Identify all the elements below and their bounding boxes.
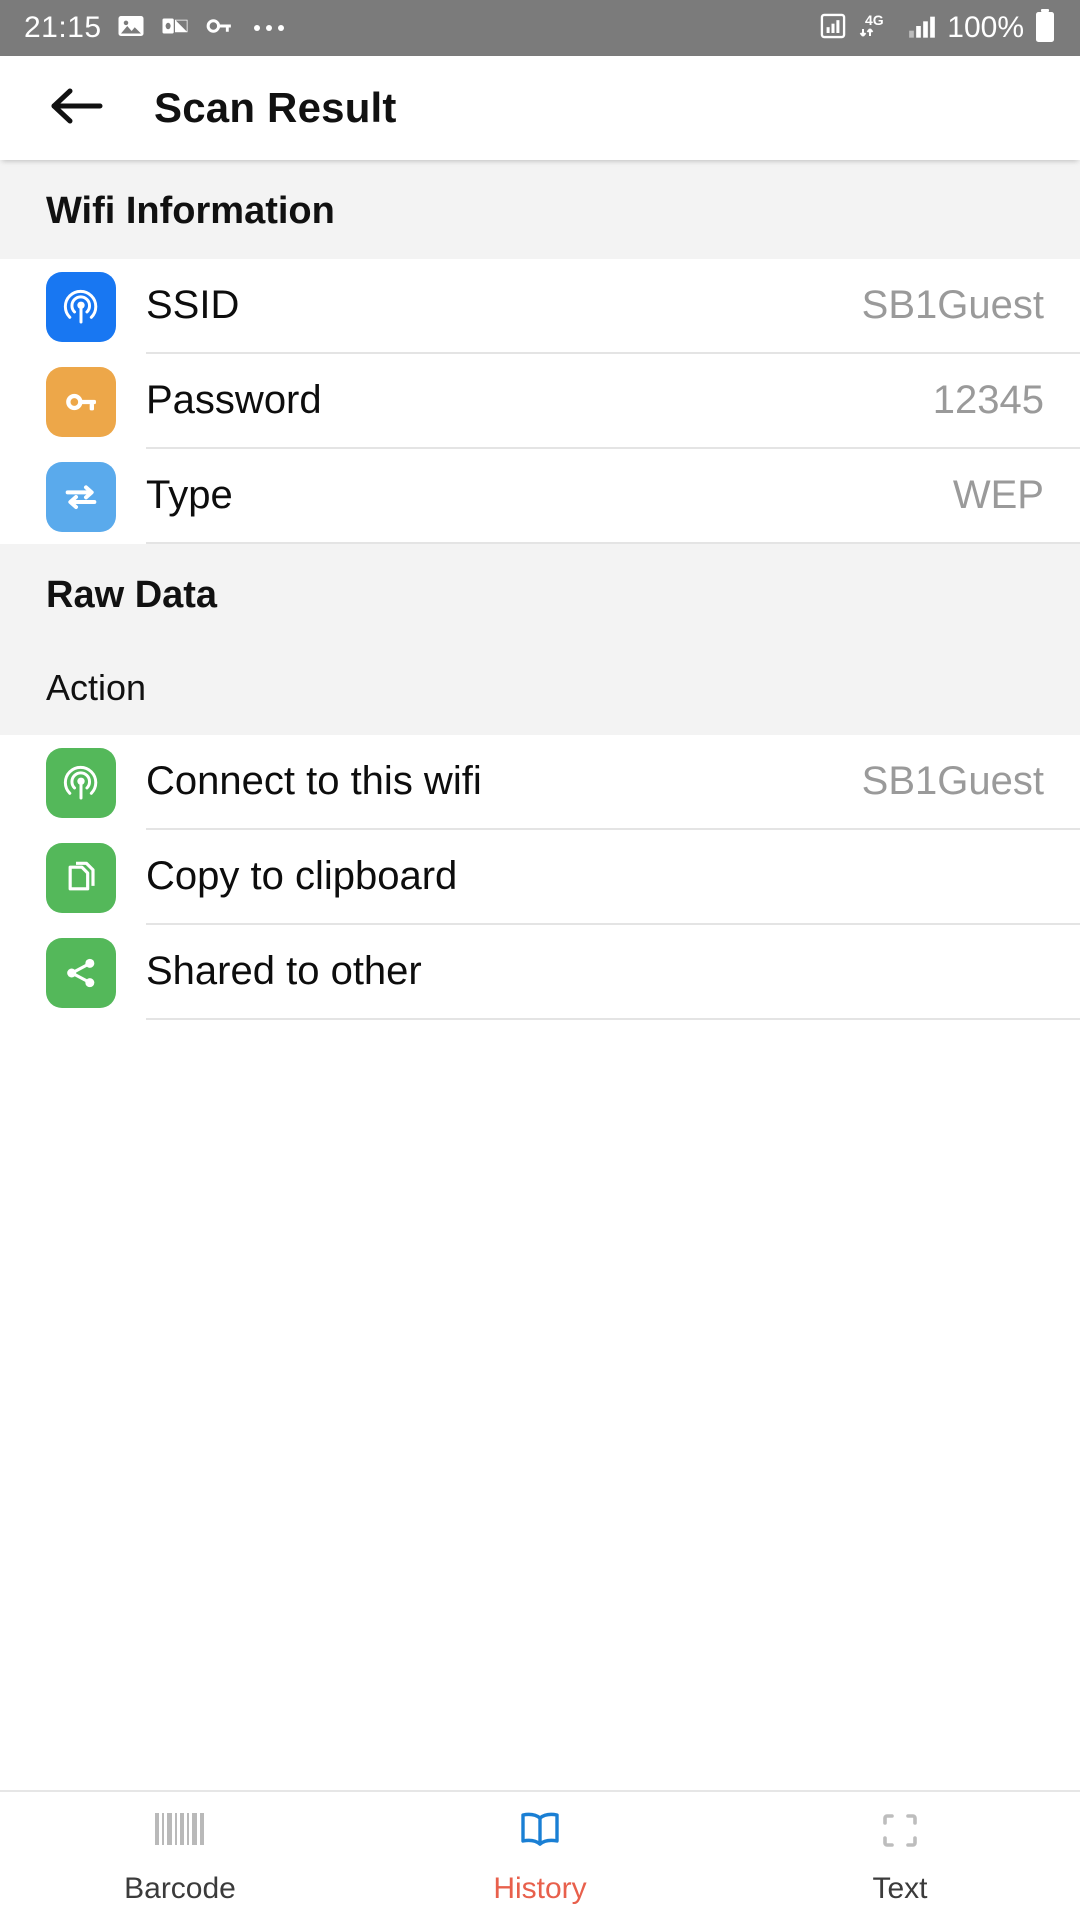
tab-history[interactable]: History <box>360 1792 720 1920</box>
tab-text[interactable]: Text <box>720 1792 1080 1920</box>
row-copy-to-clipboard-body: Copy to clipboard <box>146 830 1080 925</box>
barcode-icon <box>149 1807 211 1860</box>
row-ssid-body: SSID SB1Guest <box>146 259 1080 354</box>
tab-barcode[interactable]: Barcode <box>0 1792 360 1920</box>
status-bar: 21:15 4G 100% <box>0 0 1080 56</box>
more-dots-icon <box>253 25 284 31</box>
phone-screen: 21:15 4G 100% Scan Result Wifi Informati… <box>0 0 1080 1920</box>
row-copy-to-clipboard-label: Copy to clipboard <box>146 854 458 898</box>
action-rows: Connect to this wifi SB1Guest Copy to cl… <box>0 735 1080 1020</box>
row-connect-to-wifi-value: SB1Guest <box>861 759 1044 803</box>
back-button[interactable] <box>40 72 112 144</box>
status-bar-left: 21:15 <box>24 11 284 46</box>
arrow-left-icon <box>48 83 104 134</box>
signal-bars-icon <box>907 12 937 45</box>
network-4g-icon: 4G <box>857 11 897 46</box>
row-password-body: Password 12345 <box>146 354 1080 449</box>
wifi-information-section-header: Wifi Information <box>0 160 1080 259</box>
row-type[interactable]: Type WEP <box>0 449 1080 544</box>
row-ssid-value: SB1Guest <box>861 283 1044 327</box>
row-copy-to-clipboard[interactable]: Copy to clipboard <box>0 830 1080 925</box>
row-connect-to-wifi-body: Connect to this wifi SB1Guest <box>146 735 1080 830</box>
tab-barcode-label: Barcode <box>124 1871 236 1905</box>
wifi-information-title: Wifi Information <box>46 190 335 232</box>
app-bar: Scan Result <box>0 56 1080 160</box>
sim-signal-icon <box>819 12 847 45</box>
row-shared-to-other[interactable]: Shared to other <box>0 925 1080 1020</box>
outlook-icon <box>160 11 190 46</box>
wifi-broadcast-icon <box>46 747 116 818</box>
row-password-label: Password <box>146 378 322 422</box>
copy-document-icon <box>46 842 116 913</box>
row-type-value: WEP <box>952 473 1044 517</box>
page-title: Scan Result <box>154 84 397 131</box>
row-password[interactable]: Password 12345 <box>0 354 1080 449</box>
tab-text-label: Text <box>872 1871 928 1905</box>
book-icon <box>509 1807 571 1860</box>
share-icon <box>46 937 116 1008</box>
status-bar-right: 4G 100% <box>819 8 1056 48</box>
raw-data-title: Raw Data <box>46 574 218 616</box>
transfer-arrows-icon <box>46 461 116 532</box>
wifi-information-rows: SSID SB1Guest Password 12345 Type WEP <box>0 259 1080 544</box>
image-icon <box>116 11 146 46</box>
row-ssid[interactable]: SSID SB1Guest <box>0 259 1080 354</box>
action-label: Action <box>46 667 147 708</box>
row-ssid-label: SSID <box>146 283 240 327</box>
battery-percent-label: 100% <box>947 11 1024 44</box>
row-type-body: Type WEP <box>146 449 1080 544</box>
tab-history-label: History <box>493 1871 587 1905</box>
content-area: Wifi Information SSID SB1Guest Password … <box>0 160 1080 1790</box>
row-connect-to-wifi[interactable]: Connect to this wifi SB1Guest <box>0 735 1080 830</box>
row-password-value: 12345 <box>932 378 1044 422</box>
row-type-label: Type <box>146 473 233 517</box>
battery-icon <box>1034 8 1056 48</box>
key-icon <box>46 366 116 437</box>
status-clock: 21:15 <box>24 11 102 44</box>
svg-text:4G: 4G <box>865 12 884 28</box>
wifi-broadcast-icon <box>46 271 116 342</box>
bottom-navigation: Barcode History Text <box>0 1790 1080 1920</box>
key-icon <box>204 11 234 46</box>
raw-data-section-header: Raw Data Action <box>0 544 1080 735</box>
row-shared-to-other-body: Shared to other <box>146 925 1080 1020</box>
scan-frame-icon <box>869 1807 931 1860</box>
row-shared-to-other-label: Shared to other <box>146 949 422 993</box>
row-connect-to-wifi-label: Connect to this wifi <box>146 759 482 803</box>
